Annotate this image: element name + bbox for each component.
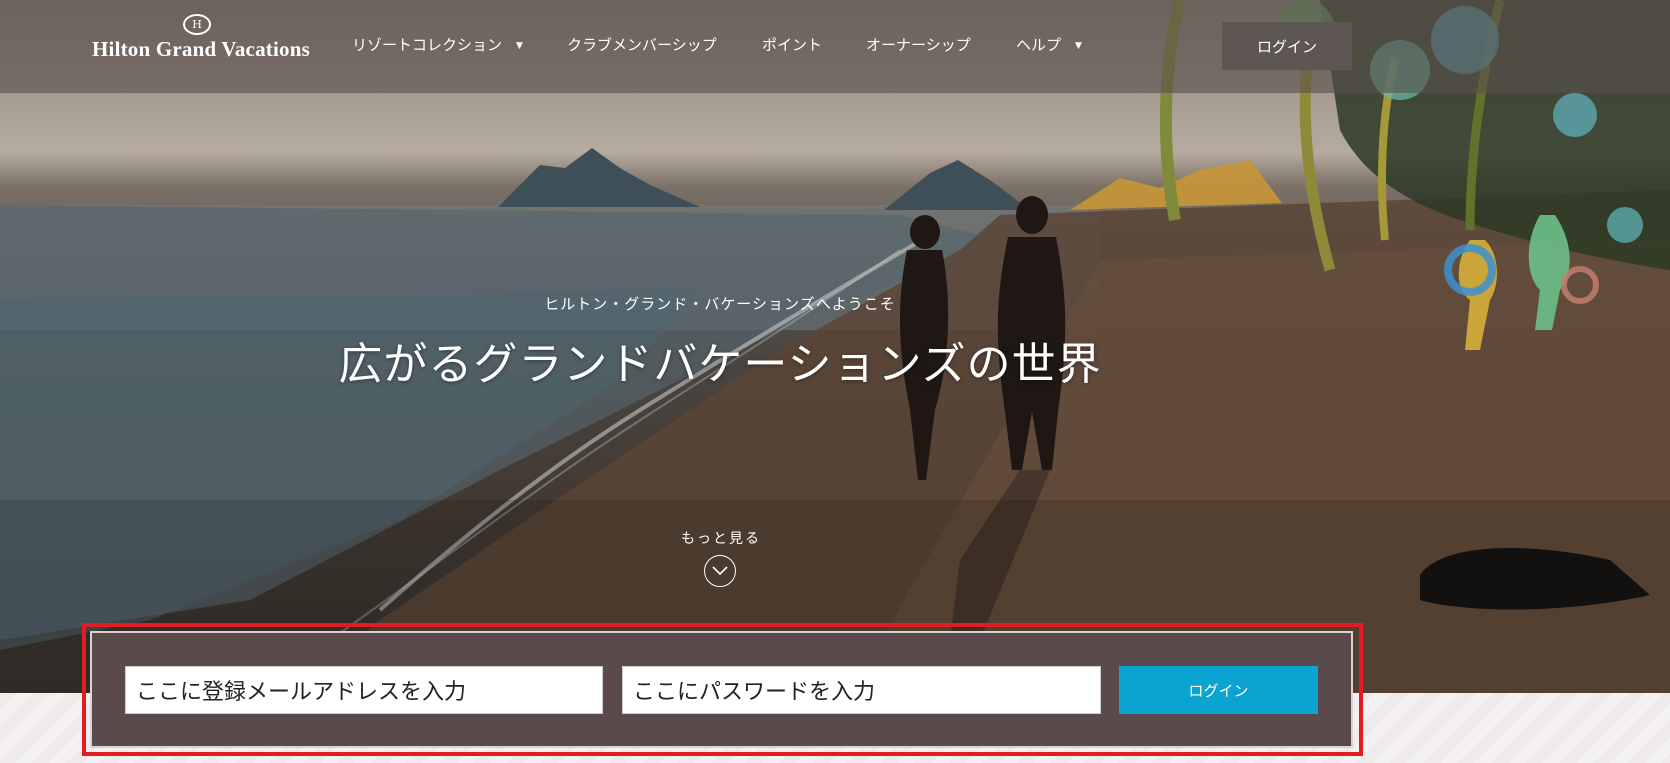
nav-item-label: ヘルプ — [1016, 36, 1062, 54]
login-submit-button[interactable]: ログイン — [1119, 666, 1318, 714]
email-field[interactable]: ここに登録メールアドレスを入力 — [125, 666, 603, 714]
nav-item-label: クラブメンバーシップ — [567, 36, 717, 54]
header-login-button[interactable]: ログイン — [1222, 22, 1352, 70]
nav-item-resort-collection[interactable]: リゾートコレクション ▼ — [352, 34, 523, 55]
password-field[interactable]: ここにパスワードを入力 — [622, 666, 1101, 714]
hero-headline: 広がるグランドバケーションズの世界 — [338, 339, 1102, 390]
chevron-down-icon — [712, 566, 728, 576]
logo-mark-icon: H — [183, 14, 211, 35]
hilton-grand-vacations-logo[interactable]: H Hilton Grand Vacations — [92, 14, 310, 64]
nav-item-label: ポイント — [762, 36, 823, 54]
nav-item-label: リゾートコレクション — [352, 36, 503, 54]
nav-item-label: オーナーシップ — [866, 36, 971, 54]
caret-down-icon: ▼ — [516, 41, 523, 51]
nav-item-points[interactable]: ポイント — [762, 34, 822, 55]
nav-item-ownership[interactable]: オーナーシップ — [866, 34, 971, 55]
top-navigation-bar: H Hilton Grand Vacations リゾートコレクション ▼ クラブ… — [0, 0, 1670, 93]
nav-item-help[interactable]: ヘルプ ▼ — [1016, 34, 1082, 55]
logo-wordmark: Hilton Grand Vacations — [92, 37, 310, 61]
caret-down-icon: ▼ — [1075, 41, 1082, 51]
scroll-down-button[interactable] — [704, 555, 736, 587]
nav-item-club-membership[interactable]: クラブメンバーシップ — [567, 34, 717, 55]
hero-welcome-text: ヒルトン・グランド・バケーションズへようこそ — [544, 295, 896, 313]
see-more-label[interactable]: もっと見る — [0, 528, 1442, 548]
hero-banner: ヒルトン・グランド・バケーションズへようこそ 広がるグランドバケーションズの世界… — [0, 0, 1670, 693]
